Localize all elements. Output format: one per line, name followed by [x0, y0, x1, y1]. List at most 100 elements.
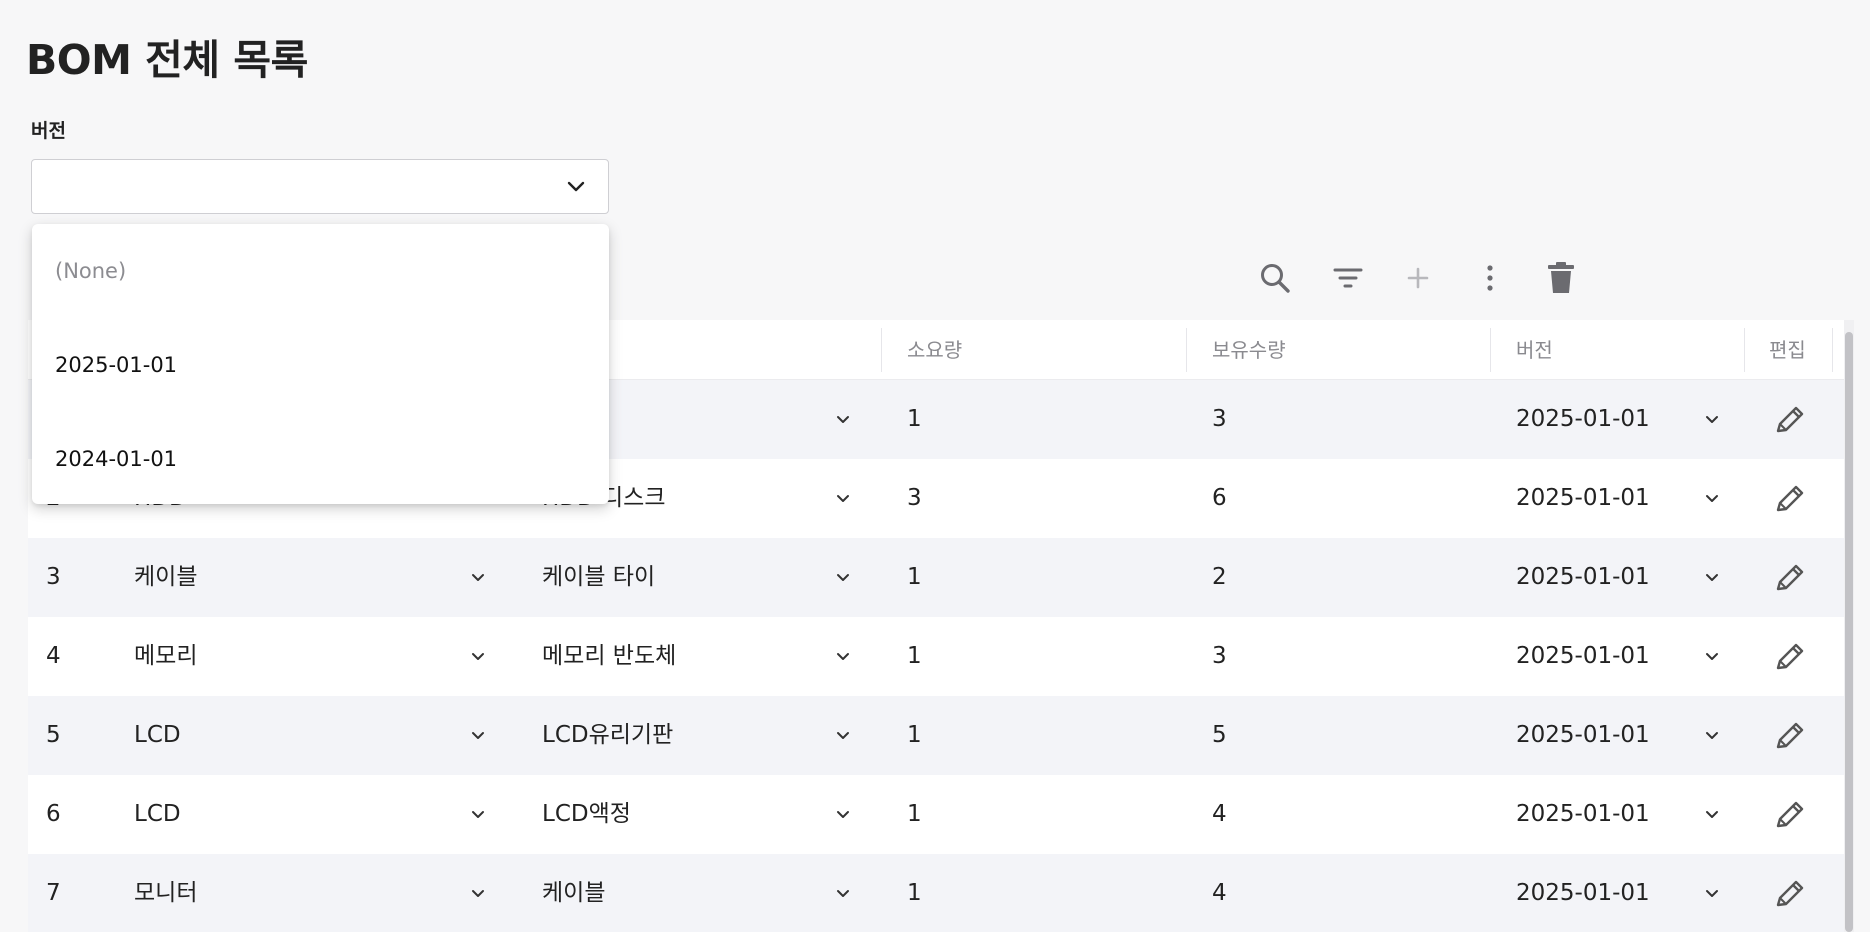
edit-button[interactable]: [1770, 478, 1810, 518]
chevron-down-icon[interactable]: [1703, 410, 1721, 428]
col-header-required-qty[interactable]: 소요량: [907, 320, 962, 380]
cell-required-qty[interactable]: 1: [907, 617, 922, 696]
filter-button[interactable]: [1328, 258, 1368, 298]
cell-category[interactable]: LCD: [134, 696, 181, 775]
cell-required-qty[interactable]: 1: [907, 538, 922, 617]
cell-stock-qty[interactable]: 3: [1212, 617, 1227, 696]
chevron-down-icon[interactable]: [1703, 647, 1721, 665]
table-row[interactable]: 4 메모리 메모리 반도체 1 3 2025-01-01: [28, 617, 1844, 696]
cell-stock-qty[interactable]: 6: [1212, 459, 1227, 538]
cell-version[interactable]: 2025-01-01: [1516, 854, 1650, 932]
pencil-icon: [1776, 406, 1804, 433]
edit-button[interactable]: [1770, 636, 1810, 676]
menu-item-none[interactable]: (None): [32, 224, 609, 318]
chevron-down-icon[interactable]: [834, 726, 852, 744]
chevron-down-icon[interactable]: [834, 568, 852, 586]
edit-button[interactable]: [1770, 715, 1810, 755]
search-button[interactable]: [1255, 258, 1295, 298]
cell-version[interactable]: 2025-01-01: [1516, 538, 1650, 617]
column-divider: [1186, 328, 1187, 372]
add-button[interactable]: [1398, 258, 1438, 298]
cell-stock-qty[interactable]: 3: [1212, 380, 1227, 459]
delete-button[interactable]: [1541, 258, 1581, 298]
version-select[interactable]: [31, 159, 609, 214]
table-row[interactable]: 5 LCD LCD유리기판 1 5 2025-01-01: [28, 696, 1844, 775]
chevron-down-icon[interactable]: [469, 647, 487, 665]
cell-category[interactable]: LCD: [134, 775, 181, 854]
pencil-icon: [1776, 643, 1804, 670]
cell-version[interactable]: 2025-01-01: [1516, 775, 1650, 854]
chevron-down-icon[interactable]: [469, 805, 487, 823]
more-vert-icon: [1487, 265, 1493, 291]
version-filter-label: 버전: [31, 120, 66, 142]
table-row[interactable]: 3 케이블 케이블 타이 1 2 2025-01-01: [28, 538, 1844, 617]
cell-version[interactable]: 2025-01-01: [1516, 617, 1650, 696]
chevron-down-icon[interactable]: [469, 726, 487, 744]
chevron-down-icon[interactable]: [834, 805, 852, 823]
column-divider: [1490, 328, 1491, 372]
chevron-down-icon[interactable]: [469, 884, 487, 902]
cell-category[interactable]: 메모리: [134, 617, 197, 696]
add-icon: [1407, 267, 1429, 289]
cell-required-qty[interactable]: 1: [907, 380, 922, 459]
cell-category[interactable]: 케이블: [134, 538, 197, 617]
edit-button[interactable]: [1770, 557, 1810, 597]
filter-icon: [1333, 268, 1363, 288]
cell-part[interactable]: 케이블: [542, 854, 605, 932]
chevron-down-icon[interactable]: [1703, 726, 1721, 744]
cell-stock-qty[interactable]: 4: [1212, 775, 1227, 854]
cell-part[interactable]: 메모리 반도체: [542, 617, 676, 696]
chevron-down-icon[interactable]: [834, 884, 852, 902]
chevron-down-icon[interactable]: [1703, 805, 1721, 823]
cell-version[interactable]: 2025-01-01: [1516, 696, 1650, 775]
cell-required-qty[interactable]: 1: [907, 696, 922, 775]
cell-required-qty[interactable]: 1: [907, 775, 922, 854]
more-options-button[interactable]: [1470, 258, 1510, 298]
cell-part[interactable]: 케이블 타이: [542, 538, 655, 617]
cell-no: 3: [46, 564, 61, 590]
edit-button[interactable]: [1770, 873, 1810, 913]
cell-stock-qty[interactable]: 2: [1212, 538, 1227, 617]
cell-required-qty[interactable]: 1: [907, 854, 922, 932]
pencil-icon: [1776, 485, 1804, 512]
chevron-down-icon[interactable]: [469, 568, 487, 586]
cell-stock-qty[interactable]: 4: [1212, 854, 1227, 932]
cell-required-qty[interactable]: 3: [907, 459, 922, 538]
chevron-down-icon[interactable]: [834, 489, 852, 507]
chevron-down-icon[interactable]: [834, 647, 852, 665]
cell-part[interactable]: LCD유리기판: [542, 696, 673, 775]
column-divider: [881, 328, 882, 372]
cell-no: 7: [46, 880, 61, 906]
chevron-down-icon[interactable]: [834, 410, 852, 428]
chevron-down-icon: [567, 181, 585, 192]
cell-version[interactable]: 2025-01-01: [1516, 380, 1650, 459]
cell-version[interactable]: 2025-01-01: [1516, 459, 1650, 538]
version-dropdown-menu: (None) 2025-01-01 2024-01-01: [32, 224, 609, 504]
cell-category[interactable]: 모니터: [134, 854, 197, 932]
pencil-icon: [1776, 722, 1804, 749]
delete-icon: [1548, 262, 1574, 293]
chevron-down-icon[interactable]: [1703, 884, 1721, 902]
pencil-icon: [1776, 880, 1804, 907]
table-row[interactable]: 7 모니터 케이블 1 4 2025-01-01: [28, 854, 1844, 932]
cell-part[interactable]: LCD액정: [542, 775, 631, 854]
edit-button[interactable]: [1770, 794, 1810, 834]
pencil-icon: [1776, 564, 1804, 591]
page-title: BOM 전체 목록: [26, 36, 308, 84]
vertical-scrollbar[interactable]: [1844, 320, 1854, 932]
cell-no: 5: [46, 722, 61, 748]
col-header-stock-qty[interactable]: 보유수량: [1212, 320, 1286, 380]
menu-item-2024-01-01[interactable]: 2024-01-01: [32, 412, 609, 506]
col-header-version[interactable]: 버전: [1516, 320, 1553, 380]
column-divider: [1832, 328, 1833, 372]
menu-item-2025-01-01[interactable]: 2025-01-01: [32, 318, 609, 412]
edit-button[interactable]: [1770, 399, 1810, 439]
chevron-down-icon[interactable]: [1703, 489, 1721, 507]
cell-stock-qty[interactable]: 5: [1212, 696, 1227, 775]
scrollbar-thumb[interactable]: [1845, 332, 1853, 932]
pencil-icon: [1776, 801, 1804, 828]
column-divider: [1744, 328, 1745, 372]
chevron-down-icon[interactable]: [1703, 568, 1721, 586]
search-icon: [1261, 264, 1290, 293]
table-row[interactable]: 6 LCD LCD액정 1 4 2025-01-01: [28, 775, 1844, 854]
